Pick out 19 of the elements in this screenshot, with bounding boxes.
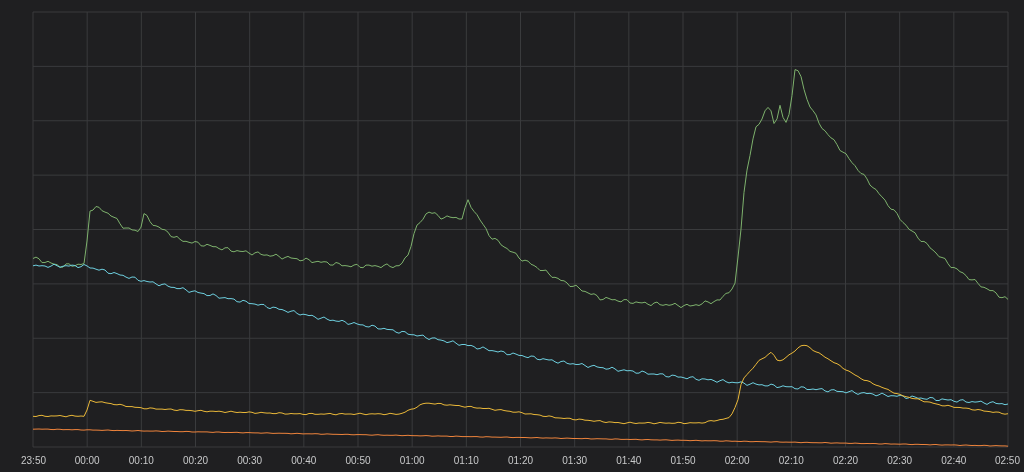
axis-label: 00:00 <box>74 455 100 466</box>
axis-label: 01:50 <box>670 455 696 466</box>
axis-label: 02:20 <box>833 455 858 466</box>
axis-label: 02:50 <box>994 455 1020 466</box>
axis-label: 00:10 <box>128 455 154 466</box>
axis-label: 00:50 <box>345 455 371 466</box>
axis-label: 01:00 <box>399 455 425 466</box>
axis-label: 00:40 <box>291 455 317 466</box>
axis-label: 02:40 <box>941 455 967 466</box>
axis-label: 00:20 <box>183 455 208 466</box>
axis-label: 00:30 <box>237 455 263 466</box>
axis-label: 02:30 <box>887 455 913 466</box>
axis-label: 01:20 <box>508 455 533 466</box>
axis-label: 02:10 <box>778 455 804 466</box>
axis-label: 01:10 <box>453 455 479 466</box>
axis-label: 02:00 <box>724 455 750 466</box>
axis-label: 01:30 <box>562 455 588 466</box>
axis-label: 01:40 <box>616 455 642 466</box>
axis-label: 23:50 <box>21 455 47 466</box>
